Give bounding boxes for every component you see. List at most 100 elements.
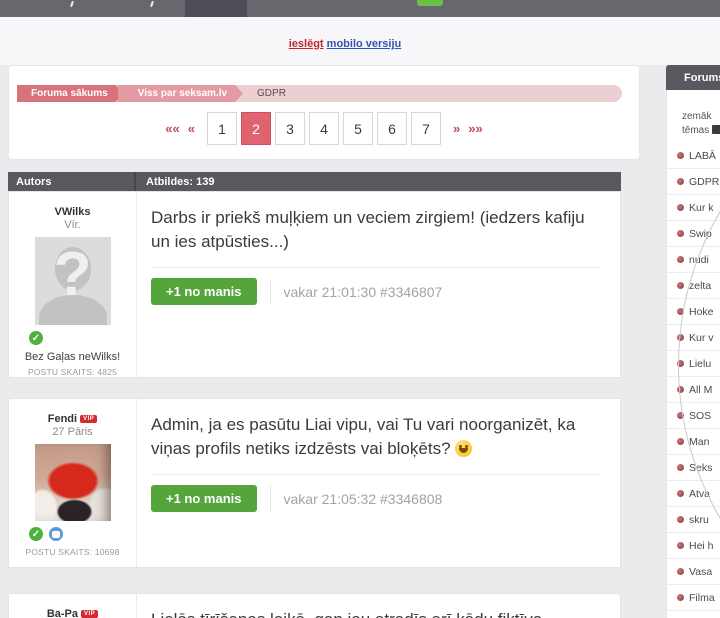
- author-name-link[interactable]: VWilks: [55, 206, 91, 218]
- forum-post: Ba-Pa VIP Lielās tīrīšanas laikā, gan ja…: [8, 593, 621, 618]
- sidebar-intro-text: zemāk tēmas: [667, 90, 720, 143]
- post-count: POSTU SKAITS: 10698: [25, 547, 119, 557]
- sidebar-topic-item[interactable]: LABĀ: [667, 143, 720, 169]
- pagination-page-6[interactable]: 6: [377, 112, 407, 145]
- post-message: Lielās tīrīšanas laikā, gan jau atradīs …: [151, 608, 600, 618]
- avatar[interactable]: [35, 444, 111, 521]
- avatar[interactable]: ?: [35, 237, 111, 325]
- sidebar-topic-item[interactable]: zelta: [667, 273, 720, 299]
- footer-divider: [270, 486, 271, 512]
- sidebar-topic-item[interactable]: Atva: [667, 481, 720, 507]
- post-author-column: Fendi VIP 27 Pāris POSTU SKAITS: 10698: [9, 399, 137, 567]
- pagination-page-7[interactable]: 7: [411, 112, 441, 145]
- pagination-page-3[interactable]: 3: [275, 112, 305, 145]
- sidebar-topic-item[interactable]: Kur k: [667, 195, 720, 221]
- bullet-icon: [677, 464, 684, 471]
- post-timestamp: vakar 21:05:32 #3346808: [284, 491, 443, 507]
- sidebar-topic-item[interactable]: GDPR: [667, 169, 720, 195]
- post-footer: +1 no manis vakar 21:01:30 #3346807: [151, 267, 600, 305]
- online-check-icon: [27, 525, 45, 543]
- notification-badge[interactable]: [417, 0, 443, 6]
- sidebar-topic-item[interactable]: Swip: [667, 221, 720, 247]
- clipped-nav-icon: [150, 1, 154, 7]
- post-message: Darbs ir priekš muļķiem un veciem zirgie…: [151, 206, 600, 254]
- sidebar-topic-item[interactable]: Lielu: [667, 351, 720, 377]
- sidebar-topic-item[interactable]: Hei h: [667, 533, 720, 559]
- forum-post: VWilks Vīr. ? Bez Gaļas neWilks! POSTU S…: [8, 191, 621, 378]
- post-timestamp: vakar 21:01:30 #3346807: [284, 284, 443, 300]
- bullet-icon: [677, 412, 684, 419]
- bullet-icon: [677, 334, 684, 341]
- clipped-nav-icon: [70, 1, 74, 7]
- pagination-page-4[interactable]: 4: [309, 112, 339, 145]
- post-content: Lielās tīrīšanas laikā, gan jau atradīs …: [137, 594, 620, 618]
- sidebar-topic-item[interactable]: nudi: [667, 247, 720, 273]
- author-name-link[interactable]: Ba-Pa: [47, 608, 78, 618]
- sidebar-topic-item[interactable]: Man: [667, 429, 720, 455]
- pagination-page-2-active[interactable]: 2: [241, 112, 271, 145]
- bullet-icon: [677, 568, 684, 575]
- pagination-page-1[interactable]: 1: [207, 112, 237, 145]
- sidebar-topic-item[interactable]: Vasa: [667, 559, 720, 585]
- author-gender: Vīr.: [64, 219, 81, 231]
- thread-table-header: Autors Atbildes: 139: [8, 172, 621, 191]
- column-header-authors: Autors: [8, 172, 136, 191]
- sidebar-topic-item[interactable]: skru: [667, 507, 720, 533]
- bullet-icon: [677, 204, 684, 211]
- bullet-icon: [677, 438, 684, 445]
- bullet-icon: [677, 386, 684, 393]
- bullet-icon: [677, 178, 684, 185]
- post-footer: +1 no manis vakar 21:05:32 #3346808: [151, 474, 600, 512]
- grin-emoji-icon: [455, 440, 472, 457]
- pagination-first-button[interactable]: ««: [163, 121, 181, 136]
- breadcrumb-forum-home[interactable]: Foruma sākums: [17, 85, 124, 102]
- post-message-text: Lielās tīrīšanas laikā, gan jau atradīs …: [151, 610, 542, 618]
- chat-icon[interactable]: [47, 525, 65, 543]
- column-header-replies: Atbildes: 139: [136, 176, 214, 188]
- bullet-icon: [677, 152, 684, 159]
- author-signature: Bez Gaļas neWilks!: [25, 351, 120, 363]
- subheader: ieslēgt mobilo versiju: [0, 17, 720, 65]
- question-mark-glyph: ?: [35, 239, 111, 310]
- author-name-link[interactable]: Fendi: [48, 413, 77, 425]
- post-content: Admin, ja es pasūtu Liai vipu, vai Tu va…: [137, 399, 620, 567]
- sidebar-topic-item[interactable]: Kur v: [667, 325, 720, 351]
- bullet-icon: [677, 282, 684, 289]
- forum-post: Fendi VIP 27 Pāris POSTU SKAITS: 10698 A…: [8, 398, 621, 568]
- post-content: Darbs ir priekš muļķiem un veciem zirgie…: [137, 192, 620, 377]
- sidebar-intro-line1: zemāk: [682, 111, 711, 122]
- footer-divider: [270, 279, 271, 305]
- post-message: Admin, ja es pasūtu Liai vipu, vai Tu va…: [151, 413, 600, 461]
- vip-badge: VIP: [80, 415, 97, 423]
- mobile-link-word1[interactable]: ieslēgt: [289, 38, 324, 50]
- sidebar-topic-item[interactable]: All M: [667, 377, 720, 403]
- bullet-icon: [677, 256, 684, 263]
- bullet-icon: [677, 594, 684, 601]
- sidebar-topic-item[interactable]: SOS: [667, 403, 720, 429]
- pagination-next-button[interactable]: »: [451, 121, 462, 136]
- author-age-type: 27 Pāris: [52, 426, 92, 438]
- sidebar-topic-item[interactable]: Hoke: [667, 299, 720, 325]
- pagination-last-button[interactable]: »»: [466, 121, 484, 136]
- bullet-icon: [677, 542, 684, 549]
- bullet-icon: [677, 360, 684, 367]
- mobile-version-link[interactable]: ieslēgt mobilo versiju: [0, 38, 690, 50]
- sidebar-topic-item[interactable]: Seks: [667, 455, 720, 481]
- top-navigation-bar: [0, 0, 720, 17]
- post-author-column: VWilks Vīr. ? Bez Gaļas neWilks! POSTU S…: [9, 192, 137, 377]
- sidebar: zemāk tēmas LABĀ GDPR Kur k Swip nudi ze…: [666, 90, 720, 618]
- sidebar-topic-item[interactable]: Filma: [667, 585, 720, 611]
- plus-one-button[interactable]: +1 no manis: [151, 485, 257, 512]
- clipped-bold-text: [712, 125, 720, 134]
- sidebar-topic-list: LABĀ GDPR Kur k Swip nudi zelta Hoke Kur…: [667, 143, 720, 611]
- post-author-column: Ba-Pa VIP: [9, 594, 137, 618]
- plus-one-button[interactable]: +1 no manis: [151, 278, 257, 305]
- pagination: «« « 1 2 3 4 5 6 7 » »»: [9, 112, 639, 145]
- breadcrumb-category[interactable]: Viss par seksam.lv: [118, 85, 243, 102]
- pagination-page-5[interactable]: 5: [343, 112, 373, 145]
- pagination-prev-button[interactable]: «: [186, 121, 197, 136]
- navigation-card: Foruma sākums Viss par seksam.lv GDPR ««…: [8, 65, 640, 160]
- mobile-link-rest[interactable]: mobilo versiju: [327, 38, 402, 50]
- sidebar-forums-header: Forums: [666, 65, 720, 90]
- bullet-icon: [677, 308, 684, 315]
